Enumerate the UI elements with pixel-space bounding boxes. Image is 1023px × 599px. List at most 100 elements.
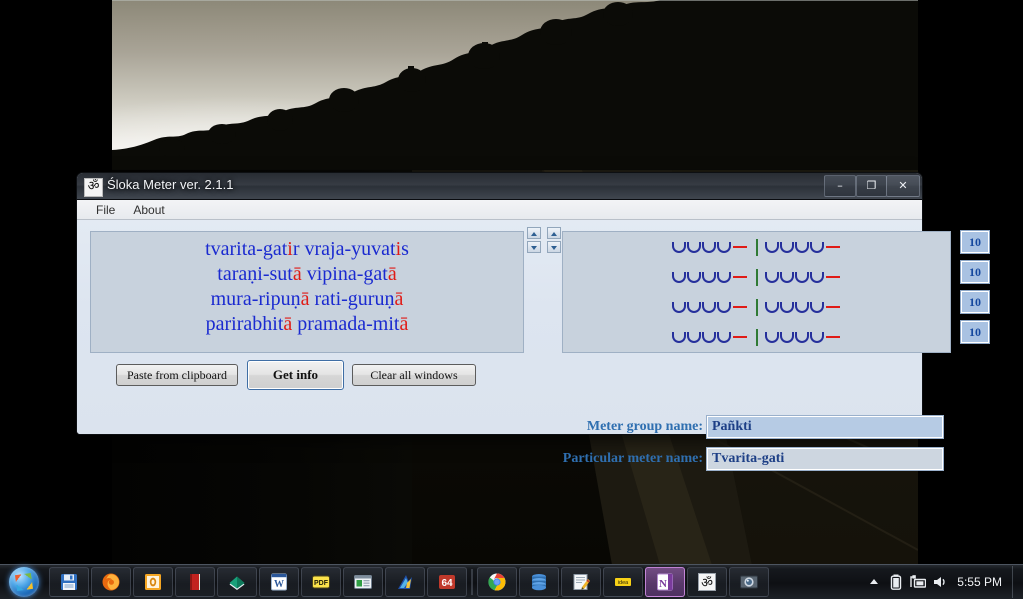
show-desktop-button[interactable] [1012, 566, 1021, 598]
particular-meter-row: Particular meter name: Tvarita-gati [563, 447, 944, 471]
sloka-meter-window: ॐ Śloka Meter ver. 2.1.1 – ❐ ✕ File Abou… [76, 172, 990, 471]
taskbar-item-idea[interactable]: idea [603, 567, 643, 597]
line-spinner-2[interactable] [547, 227, 561, 254]
window-icon [353, 572, 373, 592]
spinner-down-icon[interactable] [527, 241, 541, 253]
window-title: Śloka Meter ver. 2.1.1 [107, 177, 234, 192]
start-button[interactable] [0, 566, 48, 598]
tray-battery[interactable] [885, 571, 907, 593]
onenote-icon: N [655, 572, 675, 592]
desktop: ॐ Śloka Meter ver. 2.1.1 – ❐ ✕ File Abou… [0, 0, 1023, 599]
chrome-icon [487, 572, 507, 592]
om-symbol-icon: ॐ [697, 572, 717, 592]
taskbar-item-pdf[interactable]: PDF [301, 567, 341, 597]
breve-short-syllable-icon [764, 331, 779, 343]
taskbar-item-editor[interactable] [385, 567, 425, 597]
taskbar-item-book[interactable] [175, 567, 215, 597]
taskbar-item-sloka-meter[interactable]: ॐ [687, 567, 727, 597]
minimize-button[interactable]: – [824, 175, 856, 197]
taskbar-clock[interactable]: 5:55 PM [951, 575, 1012, 589]
om-symbol-icon: ॐ [84, 178, 103, 197]
system-tray: 5:55 PM [863, 566, 1023, 598]
syllable-count-badge[interactable]: 10 [960, 230, 990, 254]
breve-short-syllable-icon [701, 331, 716, 343]
menu-about[interactable]: About [124, 202, 173, 218]
gana-group [764, 331, 842, 343]
verse-line-4: parirabhitā pramada-mitā [91, 312, 523, 337]
close-button[interactable]: ✕ [886, 175, 920, 197]
breve-short-syllable-icon [809, 301, 824, 313]
window-titlebar[interactable]: ॐ Śloka Meter ver. 2.1.1 – ❐ ✕ [77, 173, 922, 200]
database-icon [529, 572, 549, 592]
short-syllable: vipina-gat [301, 263, 388, 285]
gana-group [764, 241, 842, 253]
breve-short-syllable-icon [794, 301, 809, 313]
taskbar-item-office[interactable] [133, 567, 173, 597]
syllable-count-badge[interactable]: 10 [960, 260, 990, 284]
menu-file[interactable]: File [87, 202, 124, 218]
short-syllable: pramada-mit [292, 313, 400, 335]
svg-text:N: N [659, 578, 667, 590]
spinner-up-icon[interactable] [527, 227, 541, 239]
taskbar-item-dictionary[interactable] [217, 567, 257, 597]
get-info-button[interactable]: Get info [247, 360, 344, 390]
scansion-row-1 [563, 232, 950, 262]
window-client-area: tvarita-gatir vraja-yuvatis taraṇi-sutā v… [77, 220, 990, 471]
svg-text:idea: idea [618, 580, 629, 586]
syllable-count-badge[interactable]: 10 [960, 290, 990, 314]
breve-short-syllable-icon [716, 301, 731, 313]
taskbar-item-photo[interactable] [729, 567, 769, 597]
breve-short-syllable-icon [671, 301, 686, 313]
taskbar-item-firefox[interactable] [91, 567, 131, 597]
taskbar-item-onenote[interactable]: N [645, 567, 685, 597]
breve-short-syllable-icon [809, 241, 824, 253]
short-syllable: parirabhit [205, 313, 284, 335]
taskbar-item-chrome[interactable] [477, 567, 517, 597]
taskbar-item-notes[interactable] [561, 567, 601, 597]
breve-short-syllable-icon [686, 331, 701, 343]
taskbar-item-save[interactable] [49, 567, 89, 597]
syllable-count-badge[interactable]: 10 [960, 320, 990, 344]
breve-short-syllable-icon [671, 241, 686, 253]
meter-group-value[interactable]: Pañkti [706, 415, 944, 439]
word-icon: W [269, 572, 289, 592]
tray-show-hidden-icons[interactable] [863, 571, 885, 593]
gana-group [764, 301, 842, 313]
short-syllable: r vraja-yuvat [292, 238, 396, 260]
breve-short-syllable-icon [794, 241, 809, 253]
verse-text-panel[interactable]: tvarita-gatir vraja-yuvatis taraṇi-sutā v… [90, 231, 524, 353]
particular-meter-value[interactable]: Tvarita-gati [706, 447, 944, 471]
syllable-count-column: 10 10 10 10 [957, 230, 993, 353]
macron-long-syllable-icon [825, 276, 840, 278]
short-syllable: taraṇi-sut [217, 263, 293, 285]
paste-from-clipboard-button[interactable]: Paste from clipboard [116, 364, 238, 386]
taskbar-item-64[interactable]: 64 [427, 567, 467, 597]
spinner-down-icon[interactable] [547, 241, 561, 253]
taskbar-item-database[interactable] [519, 567, 559, 597]
blue-arrow-icon [395, 572, 415, 592]
breve-short-syllable-icon [716, 241, 731, 253]
clear-all-windows-button[interactable]: Clear all windows [352, 364, 476, 386]
maximize-button[interactable]: ❐ [856, 175, 887, 197]
svg-text:ॐ: ॐ [701, 576, 713, 591]
long-syllable: ā [394, 288, 404, 310]
tray-volume[interactable] [929, 571, 951, 593]
macron-long-syllable-icon [825, 246, 840, 248]
short-syllable: rati-guruṇ [309, 288, 395, 310]
scansion-row-4 [563, 322, 950, 352]
taskbar-item-window[interactable] [343, 567, 383, 597]
gana-group [671, 301, 749, 313]
scansion-row-2 [563, 262, 950, 292]
firefox-icon [101, 572, 121, 592]
tray-network[interactable] [907, 571, 929, 593]
sixty-four-icon: 64 [437, 572, 457, 592]
scansion-row-3 [563, 292, 950, 322]
macron-long-syllable-icon [732, 246, 747, 248]
breve-short-syllable-icon [671, 271, 686, 283]
spinner-up-icon[interactable] [547, 227, 561, 239]
taskbar-item-word[interactable]: W [259, 567, 299, 597]
breve-short-syllable-icon [794, 331, 809, 343]
breve-short-syllable-icon [686, 241, 701, 253]
breve-short-syllable-icon [764, 241, 779, 253]
line-spinner-1[interactable] [527, 227, 541, 254]
